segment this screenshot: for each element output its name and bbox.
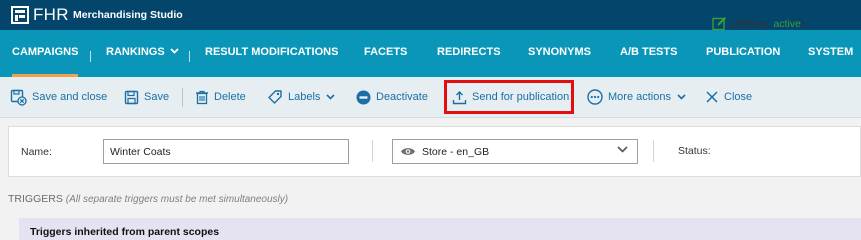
deactivate-button[interactable]: Deactivate [356, 77, 428, 117]
more-icon [587, 89, 603, 105]
chevron-down-icon [170, 29, 179, 73]
nav-synonyms[interactable]: SYNONYMS [528, 30, 591, 77]
status-label: Status: [678, 145, 711, 157]
trash-icon [196, 90, 208, 104]
campaign-form: Name: Store - en_GB Status: [8, 126, 861, 177]
nav-divider [90, 51, 91, 62]
form-divider [653, 140, 654, 162]
close-icon [706, 91, 718, 103]
save-and-close-icon [10, 89, 27, 106]
form-divider [372, 140, 373, 162]
action-toolbar: Save and close Save Delete Labels Deacti… [0, 77, 861, 118]
eye-icon [401, 148, 415, 155]
nav-ab-tests[interactable]: A/B TESTS [620, 30, 677, 77]
toolbar-divider [182, 88, 183, 107]
chevron-down-icon [617, 146, 628, 153]
brand-name: FHR [33, 5, 69, 24]
tag-icon [268, 90, 282, 104]
more-actions-button[interactable]: More actions [587, 77, 686, 117]
store-select-value: Store - en_GB [422, 145, 490, 158]
highlight-box [444, 80, 574, 114]
nav-publication[interactable]: PUBLICATION [706, 30, 780, 77]
save-button[interactable]: Save [124, 77, 169, 117]
save-icon [124, 90, 139, 104]
delete-button[interactable]: Delete [195, 77, 246, 117]
edit-icon [712, 17, 726, 31]
close-button[interactable]: Close [705, 77, 752, 117]
deactivate-icon [356, 90, 371, 104]
store-select[interactable]: Store - en_GB [392, 139, 638, 164]
name-input[interactable] [103, 139, 349, 164]
labels-button[interactable]: Labels [267, 77, 335, 117]
nav-campaigns[interactable]: CAMPAIGNS [12, 30, 79, 77]
app-name: Merchandising Studio [73, 9, 183, 21]
nav-result-modifications[interactable]: RESULT MODIFICATIONS [205, 30, 338, 77]
save-and-close-button[interactable]: Save and close [10, 77, 107, 117]
nav-rankings[interactable]: RANKINGS [106, 30, 179, 77]
chevron-down-icon [326, 94, 335, 100]
triggers-note: (All separate triggers must be met simul… [65, 194, 289, 205]
nav-divider [189, 51, 190, 62]
status-text: (Editing, active) [732, 18, 805, 30]
triggers-heading: TRIGGERS (All separate triggers must be … [8, 193, 289, 205]
inherited-triggers-title: Triggers inherited from parent scopes [30, 226, 220, 238]
status-active: active [773, 18, 801, 30]
fhr-logo-icon [11, 6, 29, 24]
chevron-down-icon [677, 94, 686, 100]
name-label: Name: [21, 146, 52, 158]
nav-system[interactable]: SYSTEM [808, 30, 853, 77]
nav-facets[interactable]: FACETS [364, 30, 407, 77]
main-nav: CAMPAIGNS RANKINGS RESULT MODIFICATIONS … [0, 30, 861, 77]
nav-redirects[interactable]: REDIRECTS [437, 30, 501, 77]
